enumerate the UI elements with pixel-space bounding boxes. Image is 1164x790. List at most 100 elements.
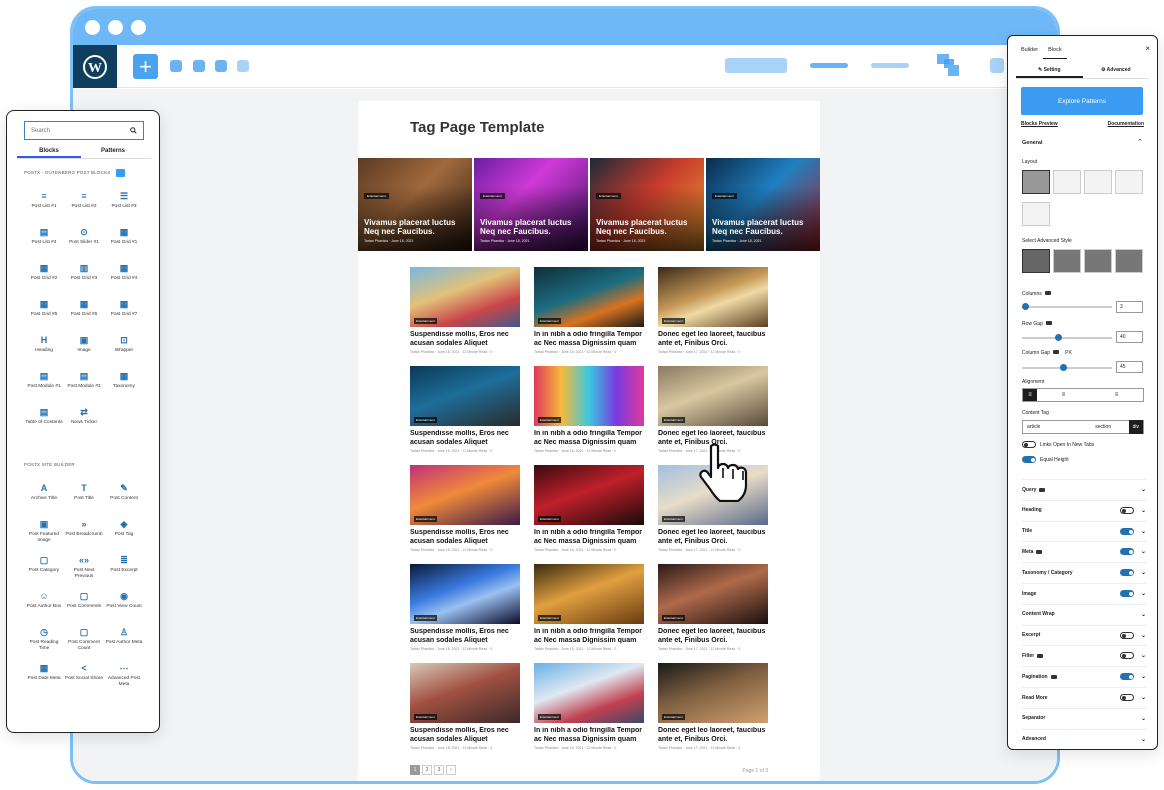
chevron-down-icon[interactable]: ⌄ <box>1141 611 1146 618</box>
block-item[interactable]: ▤ Post Module #2 <box>64 369 104 405</box>
undo-icon[interactable] <box>170 60 182 72</box>
post-title[interactable]: Donec eget leo laoreet, faucibus ante et… <box>658 628 768 645</box>
settings-section-taxonomy-category[interactable]: Taxonomy / Category ⌄ <box>1022 562 1146 582</box>
add-block-button[interactable]: + <box>133 54 158 79</box>
tab-patterns[interactable]: Patterns <box>81 145 145 158</box>
settings-section-filter[interactable]: Filter ⌄ <box>1022 645 1146 665</box>
settings-section-pagination[interactable]: Pagination ⌄ <box>1022 666 1146 686</box>
block-item[interactable]: ▦ Post Grid #2 <box>24 261 64 297</box>
settings-section-query[interactable]: Query ⌄ <box>1022 479 1146 499</box>
category-badge[interactable]: Entertainment <box>538 714 561 720</box>
style-option-2[interactable] <box>1053 249 1081 273</box>
window-dot-maximize[interactable] <box>131 19 146 35</box>
settings-section-heading[interactable]: Heading ⌄ <box>1022 499 1146 520</box>
list-view-icon[interactable] <box>237 60 249 72</box>
block-item[interactable]: T Post Title <box>64 481 104 517</box>
chevron-down-icon[interactable]: ⌄ <box>1141 736 1146 743</box>
hero-title[interactable]: Vivamus placerat luctus Neq nec Faucibus… <box>364 218 468 236</box>
block-item[interactable]: ▢ Post Comments <box>64 589 104 625</box>
desktop-icon[interactable] <box>1044 291 1051 295</box>
category-badge[interactable]: Entertainment <box>662 318 685 324</box>
post-thumbnail[interactable]: Entertainment <box>534 564 644 624</box>
chevron-up-icon[interactable]: ⌃ <box>1137 138 1143 146</box>
settings-section-excerpt[interactable]: Excerpt ⌄ <box>1022 624 1146 645</box>
category-badge[interactable]: Entertainment <box>414 615 437 621</box>
block-item[interactable]: ♙ Post Author Meta <box>104 625 144 661</box>
post-title[interactable]: In in nibh a odio fringilla Tempor ac Ne… <box>534 529 644 546</box>
tag-option-div[interactable]: div <box>1128 420 1143 434</box>
block-item[interactable]: ✎ Post Content <box>104 481 144 517</box>
post-card[interactable]: Entertainment In in nibh a odio fringill… <box>534 366 644 465</box>
category-badge[interactable]: Entertainment <box>538 615 561 621</box>
columns-input[interactable]: 3 <box>1116 301 1143 313</box>
block-item[interactable]: A Archive Title <box>24 481 64 517</box>
page-title[interactable]: Tag Page Template <box>410 119 544 136</box>
settings-section-read-more[interactable]: Read More ⌄ <box>1022 687 1146 707</box>
wordpress-logo-icon[interactable]: W <box>73 45 117 88</box>
block-item[interactable]: » Post Breadcrumb <box>64 517 104 553</box>
row-gap-slider[interactable] <box>1022 334 1112 341</box>
layout-option-3[interactable] <box>1084 170 1112 194</box>
post-title[interactable]: Suspendisse mollis, Eros nec acusan soda… <box>410 331 520 348</box>
post-title[interactable]: In in nibh a odio fringilla Tempor ac Ne… <box>534 727 644 744</box>
section-toggle[interactable] <box>1120 506 1134 514</box>
close-icon[interactable]: × <box>1145 44 1150 53</box>
block-search-input[interactable]: Search <box>24 121 144 140</box>
post-thumbnail[interactable]: Entertainment <box>410 267 520 327</box>
hero-title[interactable]: Vivamus placerat luctus Neq nec Faucibus… <box>596 218 700 236</box>
redo-icon[interactable] <box>193 60 205 72</box>
block-item[interactable]: ▦ Post Grid #1 <box>104 225 144 261</box>
post-thumbnail[interactable]: Entertainment <box>658 366 768 426</box>
chevron-down-icon[interactable]: ⌄ <box>1141 632 1146 639</box>
block-item[interactable]: ◉ Post View Count <box>104 589 144 625</box>
settings-icon[interactable] <box>990 58 1004 73</box>
section-toggle[interactable] <box>1120 569 1134 577</box>
post-card[interactable]: Entertainment Donec eget leo laoreet, fa… <box>658 267 768 366</box>
block-item[interactable]: ⊙ Post Slider #1 <box>64 225 104 261</box>
section-toggle[interactable] <box>1120 590 1134 597</box>
layout-option-5[interactable] <box>1022 202 1050 226</box>
tag-option-section[interactable]: section <box>1078 424 1129 430</box>
settings-section-advanced[interactable]: Advanced ⌄ <box>1022 728 1146 749</box>
documentation-link[interactable]: Documentation <box>1108 121 1144 127</box>
blocks-preview-link[interactable]: Blocks Preview <box>1021 121 1058 127</box>
columns-slider[interactable] <box>1021 303 1112 310</box>
block-item[interactable]: H Heading <box>24 333 64 369</box>
tag-option-article[interactable]: article <box>1023 424 1078 430</box>
row-gap-input[interactable]: 40 <box>1116 331 1143 343</box>
post-thumbnail[interactable]: Entertainment <box>534 663 644 723</box>
desktop-icon[interactable] <box>1045 321 1052 325</box>
next-page-button[interactable]: › <box>446 765 456 775</box>
category-badge[interactable]: Entertainment <box>364 193 389 199</box>
post-thumbnail[interactable]: Entertainment <box>534 267 644 327</box>
block-item[interactable]: ▣ Post Featured Image <box>24 517 64 553</box>
tab-setting[interactable]: ✎ Setting <box>1016 62 1083 78</box>
hero-title[interactable]: Vivamus placerat luctus Neq nec Faucibus… <box>480 218 584 236</box>
block-item[interactable]: ⊡ Wrapper <box>104 333 144 369</box>
category-badge[interactable]: Entertainment <box>414 714 437 720</box>
chevron-down-icon[interactable]: ⌄ <box>1141 548 1146 555</box>
slider-thumb[interactable] <box>1021 303 1029 310</box>
block-item[interactable]: ≡ Post List #2 <box>64 189 104 225</box>
block-item[interactable]: ▦ Post Grid #5 <box>24 297 64 333</box>
block-item[interactable]: ▣ Image <box>64 333 104 369</box>
general-section-header[interactable]: General <box>1022 140 1042 146</box>
category-badge[interactable]: Entertainment <box>712 193 737 199</box>
chevron-down-icon[interactable]: ⌄ <box>1141 652 1146 659</box>
postx-layout-icon[interactable] <box>936 53 960 77</box>
block-item[interactable]: ☰ Post List #3 <box>104 189 144 225</box>
post-thumbnail[interactable]: Entertainment <box>658 663 768 723</box>
post-thumbnail[interactable]: Entertainment <box>658 267 768 327</box>
page-button[interactable]: 1 <box>410 765 420 775</box>
post-card[interactable]: Entertainment In in nibh a odio fringill… <box>534 564 644 663</box>
post-thumbnail[interactable]: Entertainment <box>534 366 644 426</box>
post-card[interactable]: Entertainment Suspendisse mollis, Eros n… <box>410 366 520 465</box>
column-gap-input[interactable]: 45 <box>1116 361 1143 373</box>
page-button[interactable]: 3 <box>434 765 444 775</box>
settings-section-meta[interactable]: Meta ⌄ <box>1022 541 1146 561</box>
post-card[interactable]: Entertainment Suspendisse mollis, Eros n… <box>410 267 520 366</box>
post-thumbnail[interactable]: Entertainment <box>410 366 520 426</box>
links-new-tab-toggle[interactable] <box>1022 441 1036 448</box>
section-toggle[interactable] <box>1120 631 1134 639</box>
post-title[interactable]: Suspendisse mollis, Eros nec acusan soda… <box>410 529 520 546</box>
